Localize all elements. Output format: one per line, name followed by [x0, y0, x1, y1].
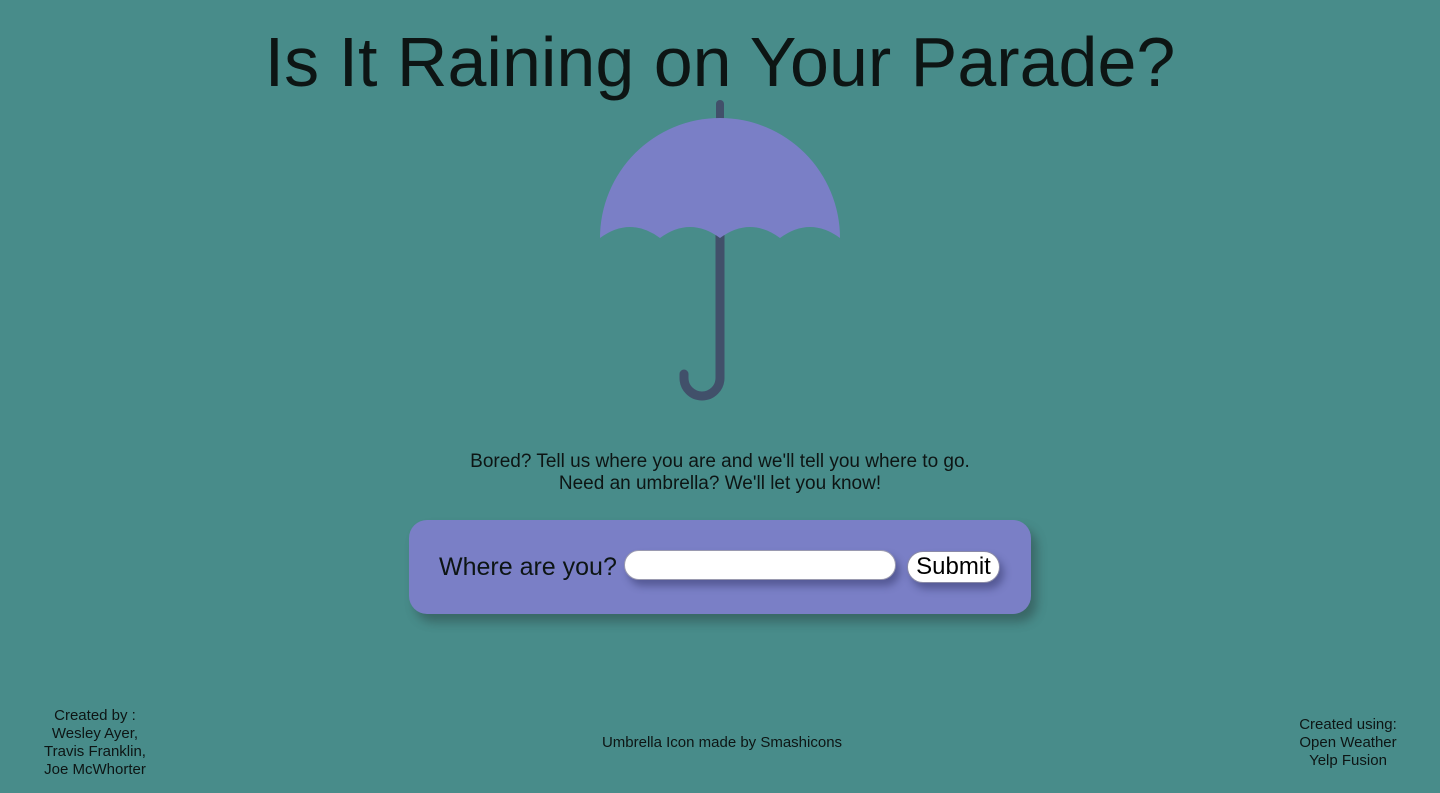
tool-name: Yelp Fusion [1309, 752, 1387, 769]
tagline: Bored? Tell us where you are and we'll t… [0, 451, 1440, 495]
tagline-line-1: Bored? Tell us where you are and we'll t… [470, 451, 970, 472]
tools-block: Created using: Open Weather Yelp Fusion [1278, 716, 1418, 770]
tagline-line-2: Need an umbrella? We'll let you know! [558, 473, 882, 494]
umbrella-handle [679, 213, 725, 401]
submit-button[interactable]: Submit [907, 551, 1000, 583]
credits-heading: Created by : [54, 707, 136, 724]
icon-attribution: Umbrella Icon made by Smashicons [601, 734, 843, 751]
location-input[interactable] [624, 550, 896, 580]
tools-heading: Created using: [1299, 716, 1397, 733]
location-label: Where are you? [439, 553, 617, 581]
tool-name: Open Weather [1299, 734, 1397, 751]
umbrella-icon [600, 100, 840, 401]
umbrella-canopy [600, 118, 840, 238]
credit-name: Joe McWhorter [44, 761, 146, 778]
location-search-form: Where are you? Submit [409, 520, 1031, 614]
page-title: Is It Raining on Your Parade? [264, 23, 1176, 101]
